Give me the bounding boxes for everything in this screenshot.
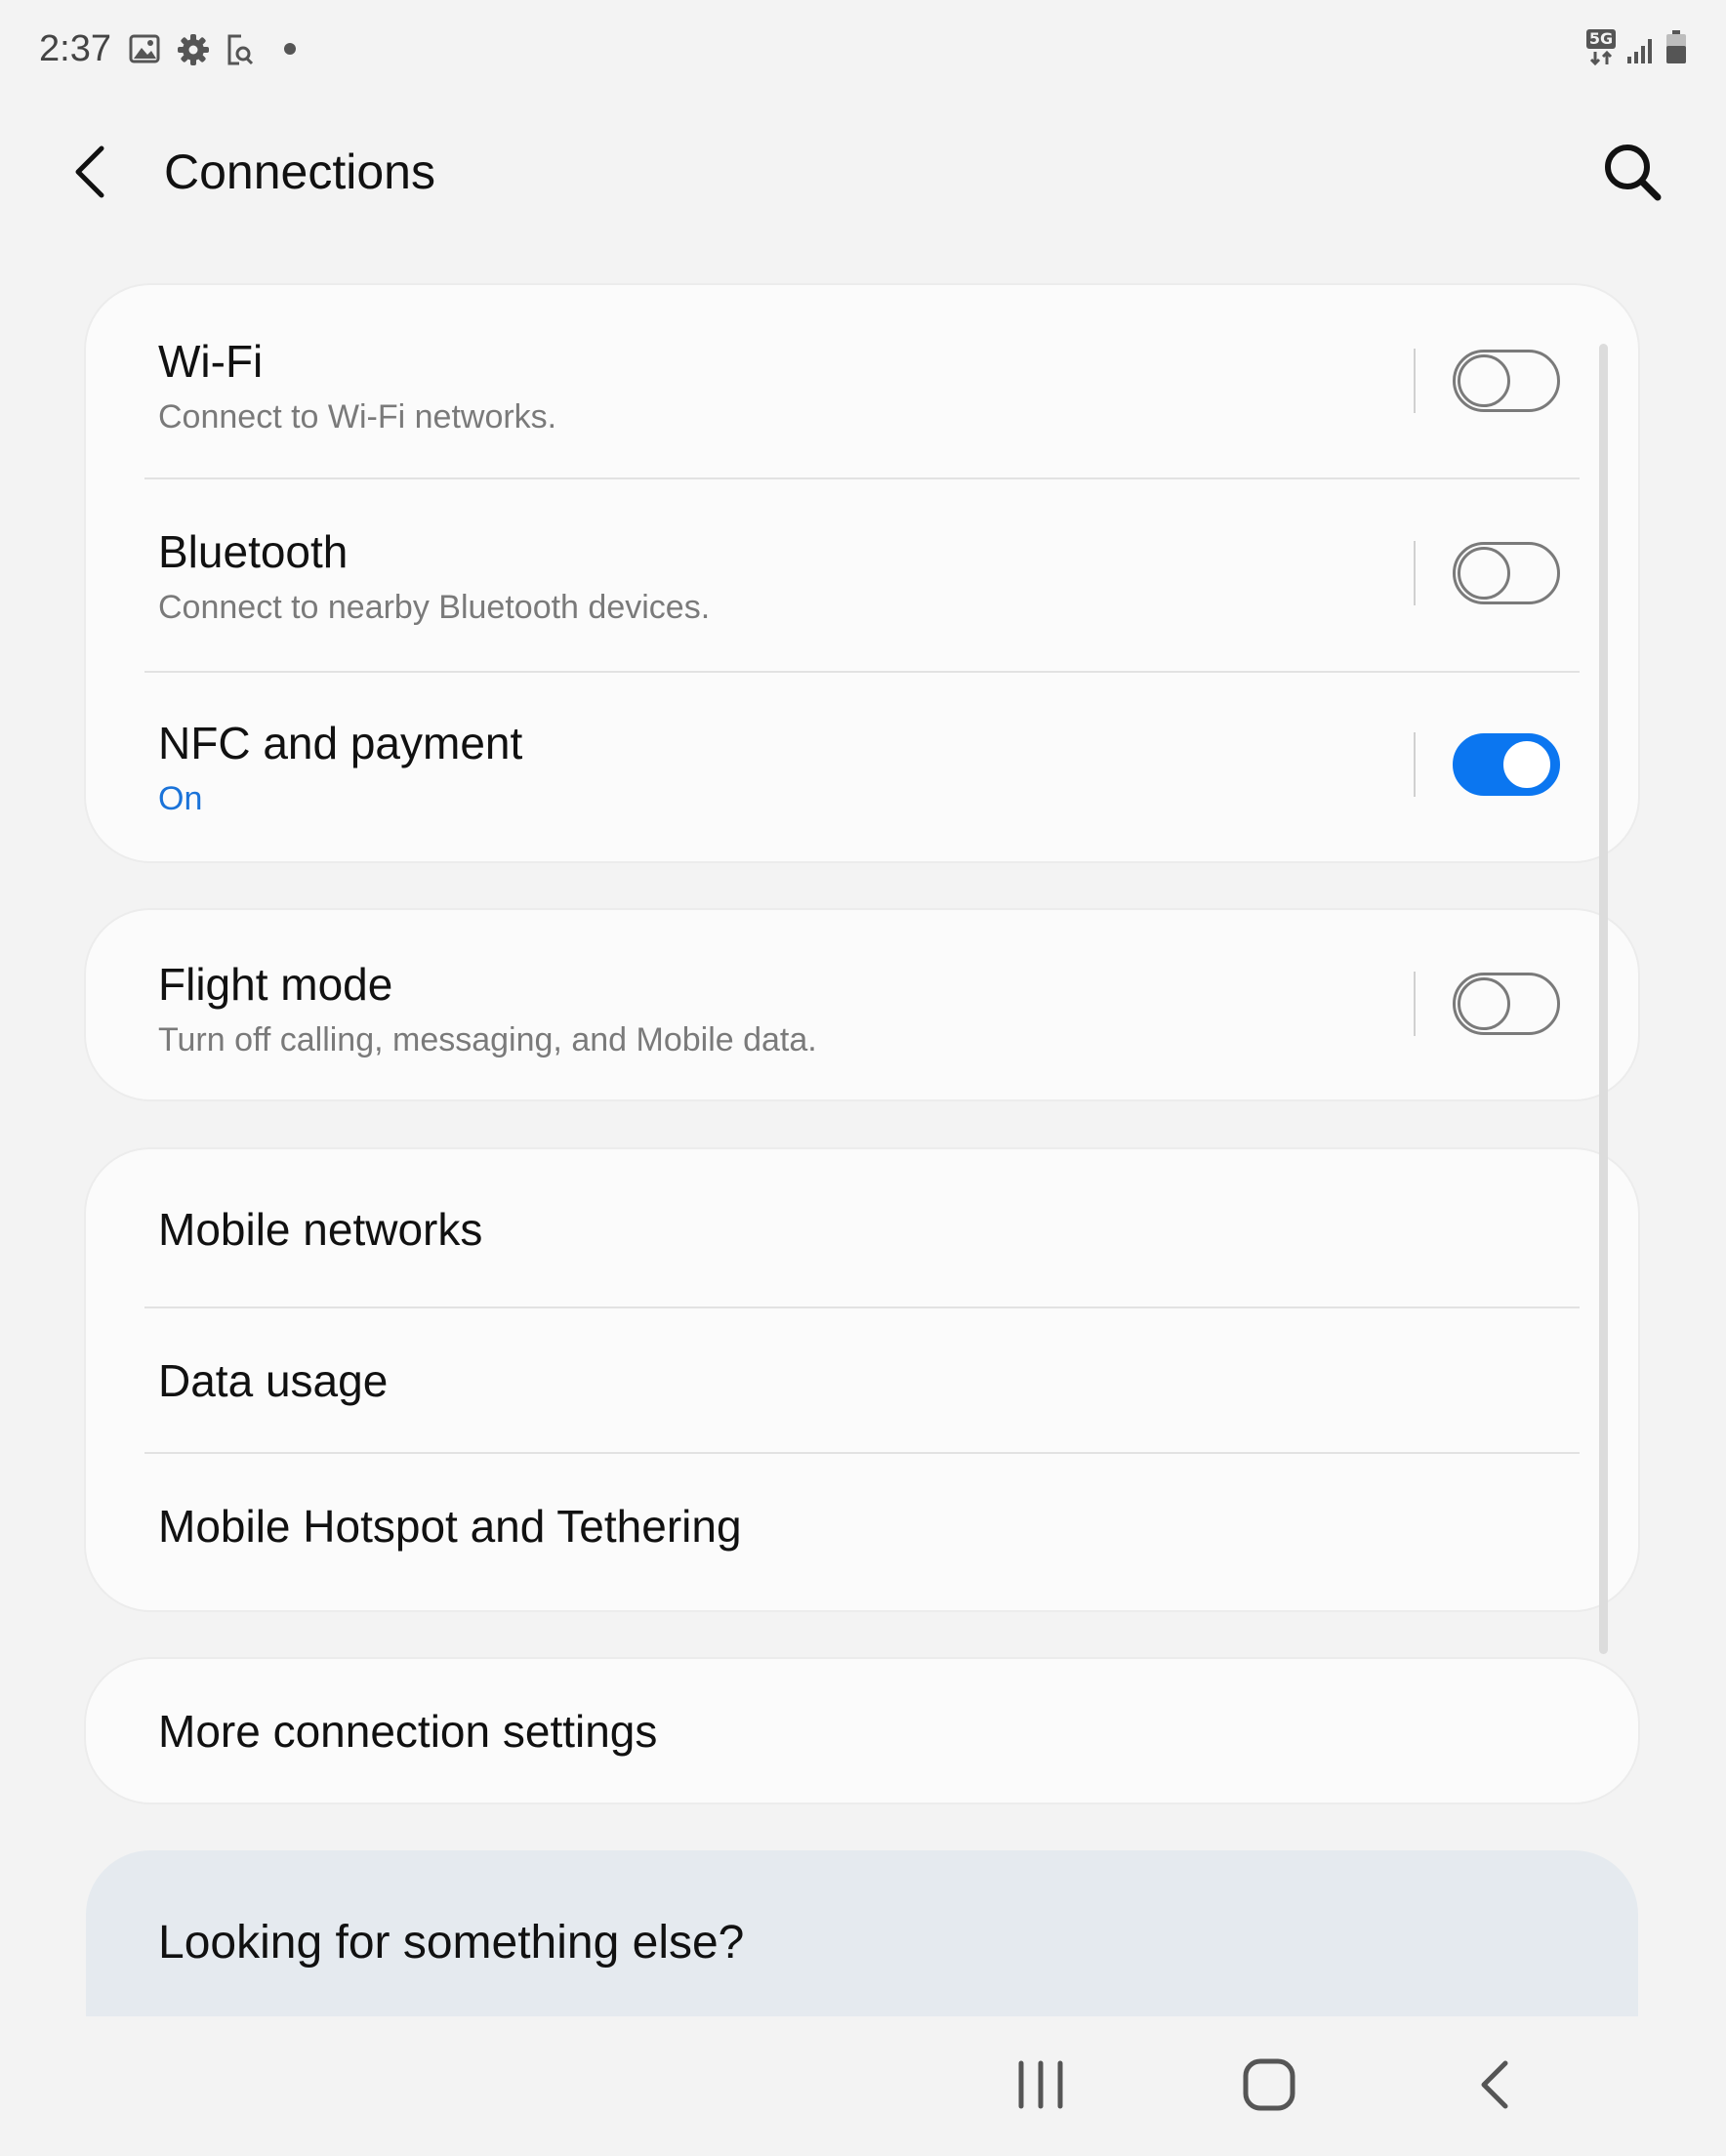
image-icon bbox=[129, 34, 160, 63]
back-icon[interactable] bbox=[1459, 2053, 1537, 2116]
mobile-card: Mobile networks Data usage Mobile Hotspo… bbox=[86, 1149, 1638, 1610]
toggle-knob bbox=[1500, 738, 1553, 791]
nfc-row[interactable]: NFC and payment On bbox=[86, 673, 1638, 861]
flight-mode-row[interactable]: Flight mode Turn off calling, messaging,… bbox=[86, 910, 1638, 1099]
app-header: Connections bbox=[0, 98, 1726, 244]
flight-card: Flight mode Turn off calling, messaging,… bbox=[86, 910, 1638, 1099]
recents-icon[interactable] bbox=[1002, 2053, 1080, 2116]
bluetooth-subtitle: Connect to nearby Bluetooth devices. bbox=[158, 589, 711, 626]
nfc-title: NFC and payment bbox=[158, 718, 523, 768]
nfc-toggle[interactable] bbox=[1453, 733, 1560, 796]
bluetooth-row[interactable]: Bluetooth Connect to nearby Bluetooth de… bbox=[86, 479, 1638, 671]
flight-mode-toggle[interactable] bbox=[1453, 973, 1560, 1035]
bluetooth-title: Bluetooth bbox=[158, 526, 349, 577]
toggle-knob bbox=[1458, 354, 1510, 407]
dot-icon bbox=[284, 43, 296, 55]
mobile-hotspot-title: Mobile Hotspot and Tethering bbox=[158, 1501, 742, 1552]
more-connection-settings-row[interactable]: More connection settings bbox=[86, 1659, 1638, 1803]
nfc-status: On bbox=[158, 780, 203, 817]
page-title: Connections bbox=[164, 145, 435, 199]
wireless-card: Wi-Fi Connect to Wi-Fi networks. Bluetoo… bbox=[86, 285, 1638, 861]
toggle-knob bbox=[1458, 977, 1510, 1030]
flight-mode-separator bbox=[1414, 972, 1416, 1036]
suggestion-title: Looking for something else? bbox=[158, 1917, 745, 1969]
wifi-separator bbox=[1414, 349, 1416, 413]
suggestion-card: Looking for something else? bbox=[86, 1850, 1638, 2016]
nfc-separator bbox=[1414, 732, 1416, 797]
signal-icon bbox=[1627, 39, 1652, 63]
more-card: More connection settings bbox=[86, 1659, 1638, 1803]
scrollbar[interactable] bbox=[1599, 344, 1608, 1654]
mobile-hotspot-row[interactable]: Mobile Hotspot and Tethering bbox=[86, 1454, 1638, 1610]
wifi-row[interactable]: Wi-Fi Connect to Wi-Fi networks. bbox=[86, 285, 1638, 477]
toggle-knob bbox=[1458, 547, 1510, 600]
wifi-subtitle: Connect to Wi-Fi networks. bbox=[158, 398, 557, 435]
wifi-title: Wi-Fi bbox=[158, 336, 264, 387]
battery-icon bbox=[1666, 30, 1686, 63]
bluetooth-toggle[interactable] bbox=[1453, 542, 1560, 604]
chevron-left-icon[interactable] bbox=[61, 141, 123, 203]
data-usage-row[interactable]: Data usage bbox=[86, 1308, 1638, 1452]
5g-label: 5G bbox=[1588, 29, 1614, 48]
data-usage-title: Data usage bbox=[158, 1355, 389, 1406]
wifi-toggle[interactable] bbox=[1453, 350, 1560, 412]
5g-icon: 5G bbox=[1585, 27, 1619, 66]
search-icon[interactable] bbox=[1597, 137, 1667, 207]
status-time: 2:37 bbox=[39, 28, 111, 69]
navigation-bar bbox=[0, 2016, 1726, 2156]
more-connection-settings-title: More connection settings bbox=[158, 1706, 658, 1757]
mobile-networks-title: Mobile networks bbox=[158, 1204, 483, 1255]
flight-mode-subtitle: Turn off calling, messaging, and Mobile … bbox=[158, 1021, 817, 1058]
gear-icon bbox=[178, 34, 209, 65]
home-icon[interactable] bbox=[1230, 2053, 1308, 2116]
status-bar: 2:37 5G bbox=[0, 0, 1726, 98]
flight-mode-title: Flight mode bbox=[158, 959, 393, 1010]
bluetooth-separator bbox=[1414, 541, 1416, 605]
mobile-networks-row[interactable]: Mobile networks bbox=[86, 1149, 1638, 1306]
screen-search-icon bbox=[227, 34, 254, 65]
